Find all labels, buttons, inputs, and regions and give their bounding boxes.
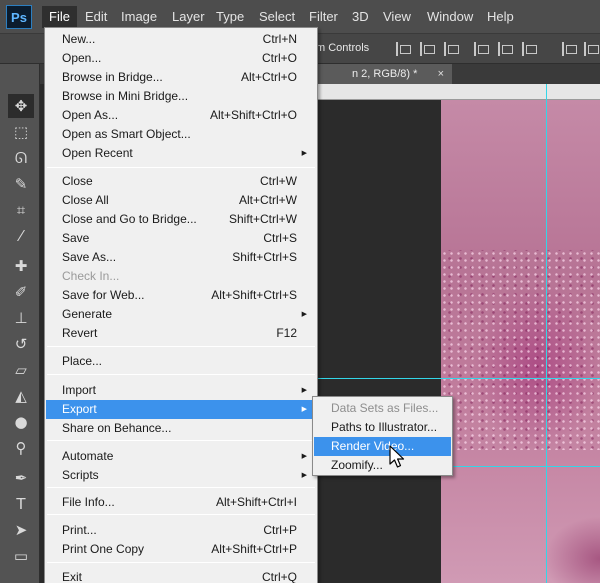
menu-filter[interactable]: Filter <box>302 6 345 28</box>
distribute-center-icon[interactable] <box>584 42 599 56</box>
menu-separator <box>47 487 315 488</box>
crop-icon[interactable]: ⌗ <box>8 198 34 222</box>
menu-separator <box>47 346 315 347</box>
menu-item-import[interactable]: Import ▶ <box>46 381 316 400</box>
menu-item-print-one-copy[interactable]: Print One Copy Alt+Shift+Ctrl+P <box>46 540 316 559</box>
distribute-icon[interactable] <box>562 42 577 56</box>
menu-item-place[interactable]: Place... <box>46 352 316 371</box>
dodge-icon[interactable]: ⚲ <box>8 436 34 460</box>
menu-separator <box>47 440 315 441</box>
blur-icon[interactable]: ● <box>8 410 34 434</box>
image-texture <box>441 250 600 450</box>
pen-icon[interactable]: ✒ <box>8 466 34 490</box>
menu-separator <box>47 562 315 563</box>
paint-bucket-icon[interactable]: ◭ <box>8 384 34 408</box>
menu-item-new[interactable]: New... Ctrl+N <box>46 30 316 49</box>
submenu-item-data-sets-as-files: Data Sets as Files... <box>331 401 439 415</box>
eyedropper-icon[interactable]: ⁄ <box>8 224 34 248</box>
submenu-arrow-icon: ▶ <box>301 453 307 460</box>
brush-icon[interactable]: ✐ <box>8 280 34 304</box>
submenu-arrow-icon: ▶ <box>301 387 307 394</box>
vertical-guide[interactable] <box>546 84 547 583</box>
menu-view[interactable]: View <box>376 6 418 28</box>
menu-item-close-all[interactable]: Close All Alt+Ctrl+W <box>46 191 316 210</box>
menu-image[interactable]: Image <box>114 6 164 28</box>
submenu-item-zoomify[interactable]: Zoomify... <box>314 456 451 475</box>
document-tab-label: n 2, RGB/8) * <box>352 68 418 80</box>
photoshop-logo: Ps <box>6 5 32 29</box>
healing-brush-icon[interactable]: ✚ <box>8 254 34 278</box>
menu-item-generate[interactable]: Generate ▶ <box>46 305 316 324</box>
menu-item-check-in: Check In... <box>62 269 120 283</box>
menu-item-close-and-go-to-bridge[interactable]: Close and Go to Bridge... Shift+Ctrl+W <box>46 210 316 229</box>
menu-separator <box>47 514 315 515</box>
quick-select-icon[interactable]: ✎ <box>8 172 34 196</box>
menu-window[interactable]: Window <box>420 6 480 28</box>
tools-panel: ✥ ⬚ ᘏ ✎ ⌗ ⁄ ✚ ✐ ⊥ ↺ ▱ ◭ ● ⚲ ✒ T ➤ ▭ <box>0 64 40 583</box>
submenu-arrow-icon: ▶ <box>301 472 307 479</box>
move-icon[interactable]: ✥ <box>8 94 34 118</box>
align-center-icon[interactable] <box>420 42 435 56</box>
eraser-icon[interactable]: ▱ <box>8 358 34 382</box>
menu-item-close[interactable]: Close Ctrl+W <box>46 172 316 191</box>
menu-file[interactable]: File <box>42 6 77 28</box>
menu-item-automate[interactable]: Automate ▶ <box>46 447 316 466</box>
align-left-icon[interactable] <box>396 42 411 56</box>
mouse-pointer-icon <box>389 445 405 468</box>
menu-item-open-as[interactable]: Open As... Alt+Shift+Ctrl+O <box>46 106 316 125</box>
file-menu-dropdown: New... Ctrl+N Open... Ctrl+O Browse in B… <box>44 27 318 583</box>
menu-layer[interactable]: Layer <box>165 6 212 28</box>
submenu-arrow-icon: ▶ <box>301 311 307 318</box>
shape-icon[interactable]: ▭ <box>8 544 34 568</box>
menu-item-save[interactable]: Save Ctrl+S <box>46 229 316 248</box>
menu-item-save-as[interactable]: Save As... Shift+Ctrl+S <box>46 248 316 267</box>
menu-item-file-info[interactable]: File Info... Alt+Shift+Ctrl+I <box>46 493 316 512</box>
menu-item-browse-in-mini-bridge[interactable]: Browse in Mini Bridge... <box>46 87 316 106</box>
menu-select[interactable]: Select <box>252 6 302 28</box>
menu-item-browse-in-bridge[interactable]: Browse in Bridge... Alt+Ctrl+O <box>46 68 316 87</box>
type-icon[interactable]: T <box>8 492 34 516</box>
horizontal-guide[interactable] <box>315 378 600 379</box>
menu-edit[interactable]: Edit <box>78 6 114 28</box>
submenu-arrow-icon: ▶ <box>301 150 307 157</box>
menu-item-exit[interactable]: Exit Ctrl+Q <box>46 568 316 583</box>
menu-item-open[interactable]: Open... Ctrl+O <box>46 49 316 68</box>
export-submenu: Data Sets as Files... Paths to Illustrat… <box>312 396 453 476</box>
horizontal-ruler[interactable] <box>315 84 600 100</box>
submenu-arrow-icon: ▶ <box>301 406 307 413</box>
menu-separator <box>47 167 315 168</box>
path-select-icon[interactable]: ➤ <box>8 518 34 542</box>
history-brush-icon[interactable]: ↺ <box>8 332 34 356</box>
submenu-item-render-video[interactable]: Render Video... <box>314 437 451 456</box>
menu-help[interactable]: Help <box>480 6 521 28</box>
align-bottom-icon[interactable] <box>522 42 537 56</box>
menu-3d[interactable]: 3D <box>345 6 376 28</box>
menu-type[interactable]: Type <box>209 6 251 28</box>
align-top-icon[interactable] <box>474 42 489 56</box>
document-tab[interactable]: n 2, RGB/8) * × <box>312 64 452 84</box>
submenu-item-paths-to-illustrator[interactable]: Paths to Illustrator... <box>314 418 451 437</box>
menu-item-open-recent[interactable]: Open Recent ▶ <box>46 144 316 163</box>
lasso-icon[interactable]: ᘏ <box>8 146 34 170</box>
menu-item-open-as-smart-object[interactable]: Open as Smart Object... <box>46 125 316 144</box>
menu-item-print[interactable]: Print... Ctrl+P <box>46 521 316 540</box>
menu-item-revert[interactable]: Revert F12 <box>46 324 316 343</box>
clone-stamp-icon[interactable]: ⊥ <box>8 306 34 330</box>
align-right-icon[interactable] <box>444 42 459 56</box>
marquee-icon[interactable]: ⬚ <box>8 120 34 144</box>
menu-separator <box>47 374 315 375</box>
align-middle-icon[interactable] <box>498 42 513 56</box>
menu-item-save-for-web[interactable]: Save for Web... Alt+Shift+Ctrl+S <box>46 286 316 305</box>
close-icon[interactable]: × <box>438 64 444 84</box>
menu-item-export[interactable]: Export ▶ <box>46 400 316 419</box>
menu-item-share-on-behance[interactable]: Share on Behance... <box>46 419 316 438</box>
show-transform-controls-label[interactable]: m Controls <box>316 42 369 54</box>
menu-item-scripts[interactable]: Scripts ▶ <box>46 466 316 485</box>
